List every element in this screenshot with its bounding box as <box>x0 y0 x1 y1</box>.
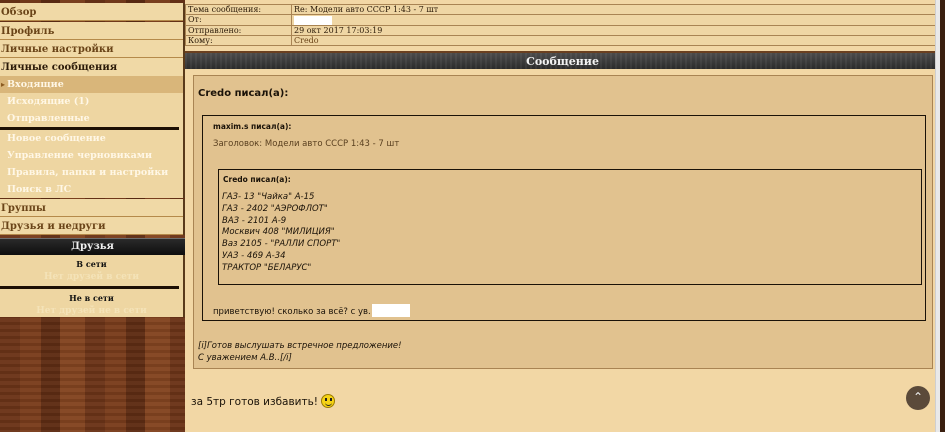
sidebar-settings-block: Личные настройки <box>0 40 185 58</box>
quote-subject: Заголовок: Модели авто СССР 1:43 - 7 шт <box>213 139 400 149</box>
scroll-to-top-button[interactable]: ⌃ <box>906 386 930 410</box>
quote-author: Credo писал(а): <box>198 88 289 99</box>
to-value: Credo <box>291 34 940 46</box>
offline-label: Не в сети <box>69 293 114 303</box>
signature-line: [i]Готов выслушать встречное предложение… <box>198 341 402 351</box>
message-body: за 5тр готов избавить! <box>191 394 336 408</box>
recipient-link[interactable]: Credo <box>294 36 319 45</box>
from-value <box>291 14 940 26</box>
outer-quote: maxim.s писал(а): Заголовок: Модели авто… <box>202 115 926 321</box>
table-row: От: <box>185 14 940 26</box>
sidebar: Обзор Профиль Личные настройки Личные со… <box>0 0 185 432</box>
message-section-title: Сообщение <box>185 51 940 69</box>
sidebar-overview-block: Обзор <box>0 3 185 21</box>
sidebar-item-drafts[interactable]: Управление черновиками <box>0 147 183 164</box>
sidebar-messages-block: Личные сообщения ▸ Входящие Исходящие (1… <box>0 58 185 198</box>
subject-value: Re: Модели авто СССР 1:43 - 7 шт <box>291 4 940 15</box>
message-content-panel: Credo писал(а): maxim.s писал(а): Заголо… <box>193 75 933 369</box>
sidebar-item-search[interactable]: Поиск в ЛС <box>0 181 183 198</box>
quote-lines: ГАЗ- 13 "Чайка" А-15 ГАЗ - 2402 "АЭРОФЛО… <box>222 192 340 275</box>
sidebar-item-friends-foes[interactable]: Друзья и недруги <box>0 217 183 235</box>
sidebar-messages-title[interactable]: Личные сообщения <box>0 58 183 76</box>
list-item: Москвич 408 "МИЛИЦИЯ" <box>222 227 335 238</box>
list-item: ВАЗ - 2101 А-9 <box>222 215 287 226</box>
sidebar-item-label: Исходящие (1) <box>7 96 90 107</box>
to-label: Кому: <box>185 34 292 46</box>
sidebar-item-profile[interactable]: Профиль <box>0 22 183 40</box>
chevron-up-icon: ⌃ <box>912 390 924 404</box>
sidebar-item-label: Отправленные <box>7 113 90 124</box>
message-body-text: за 5тр готов избавить! <box>191 396 319 408</box>
table-row: Тема сообщения: Re: Модели авто СССР 1:4… <box>185 4 940 15</box>
table-row: Отправлено: 29 окт 2017 17:03:19 <box>185 24 940 36</box>
sidebar-item-label: Новое сообщение <box>7 133 106 144</box>
redacted-block <box>294 15 332 25</box>
sidebar-item-label: Правила, папки и настройки <box>7 167 169 178</box>
arrow-right-icon: ▸ <box>1 79 6 89</box>
sidebar-friends-foes-block: Друзья и недруги <box>0 217 185 235</box>
sidebar-item-rules[interactable]: Правила, папки и настройки <box>0 164 183 181</box>
online-label: В сети <box>76 259 107 269</box>
message-meta-table: Тема сообщения: Re: Модели авто СССР 1:4… <box>185 4 940 46</box>
quote-author: Credo писал(а): <box>223 175 291 184</box>
list-item: ГАЗ - 2402 "АЭРОФЛОТ" <box>222 203 328 214</box>
sidebar-item-label: Поиск в ЛС <box>7 184 72 195</box>
redacted-block <box>371 304 410 317</box>
list-item: ГАЗ- 13 "Чайка" А-15 <box>222 192 315 202</box>
from-label: От: <box>185 14 292 26</box>
offline-empty-text: Нет друзей не в сети <box>36 306 147 316</box>
friends-panel: В сети Нет друзей в сети Не в сети Нет д… <box>0 255 185 317</box>
list-item: УАЗ - 469 А-34 <box>222 250 286 261</box>
online-empty-text: Нет друзей в сети <box>43 272 140 282</box>
quote-footer-text: приветствую! сколько за всё? с ув. <box>213 307 371 317</box>
sidebar-groups-block: Группы <box>0 199 185 217</box>
list-item: ТРАКТОР "БЕЛАРУС" <box>222 262 312 273</box>
signature: [i]Готов выслушать встречное предложение… <box>198 340 402 364</box>
sidebar-item-settings[interactable]: Личные настройки <box>0 40 183 58</box>
quote-footer: приветствую! сколько за всё? с ув. <box>213 304 410 317</box>
message-view: Тема сообщения: Re: Модели авто СССР 1:4… <box>185 0 940 432</box>
sent-label: Отправлено: <box>185 24 292 36</box>
sidebar-item-label: Входящие <box>7 79 64 90</box>
table-row: Кому: Credo <box>185 34 940 46</box>
sidebar-profile-block: Профиль <box>0 22 185 40</box>
smiley-icon <box>321 394 336 408</box>
sidebar-item-overview[interactable]: Обзор <box>0 3 183 21</box>
sidebar-item-label: Управление черновиками <box>7 150 153 161</box>
subject-label: Тема сообщения: <box>185 4 292 15</box>
signature-line: С уважением А.В..[/i] <box>198 353 292 363</box>
inner-quote: Credo писал(а): ГАЗ- 13 "Чайка" А-15 ГАЗ… <box>218 169 922 285</box>
sidebar-item-sent[interactable]: Отправленные <box>0 110 183 127</box>
friends-panel-title: Друзья <box>0 238 185 255</box>
sidebar-item-groups[interactable]: Группы <box>0 199 183 217</box>
quote-author: maxim.s писал(а): <box>213 122 292 131</box>
list-item: Ваз 2105 - "РАЛЛИ СПОРТ" <box>222 239 341 250</box>
sidebar-item-outbox[interactable]: Исходящие (1) <box>0 93 183 110</box>
sidebar-item-new-message[interactable]: Новое сообщение <box>0 130 183 147</box>
sent-value: 29 окт 2017 17:03:19 <box>291 24 940 36</box>
sidebar-item-inbox[interactable]: ▸ Входящие <box>0 76 183 93</box>
scrollbar[interactable] <box>935 0 940 432</box>
